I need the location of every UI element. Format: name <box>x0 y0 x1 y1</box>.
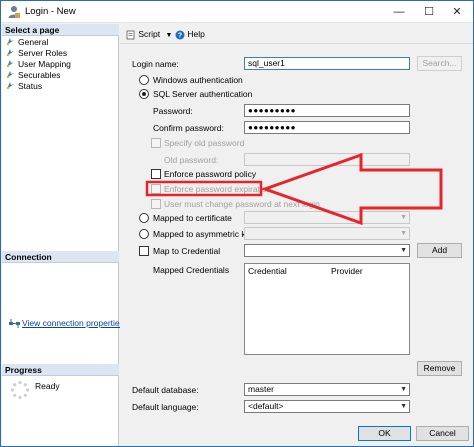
page-item-server-roles[interactable]: Server Roles <box>6 48 67 59</box>
enforce-password-policy-checkbox[interactable] <box>151 169 161 179</box>
page-item-securables[interactable]: Securables <box>6 70 61 81</box>
login-new-window: Login - New — ☐ ✕ Select a page General … <box>0 0 474 447</box>
page-item-label: Server Roles <box>18 48 68 58</box>
password-input[interactable]: ●●●●●●●●● <box>244 104 410 117</box>
page-icon <box>6 82 14 90</box>
script-button[interactable]: Script ▼ <box>126 28 172 40</box>
page-item-label: Securables <box>18 70 61 80</box>
left-pane: Select a page General Server Roles User … <box>2 24 124 446</box>
specify-old-password-checkbox[interactable] <box>151 138 161 148</box>
help-button[interactable]: ? Help <box>175 28 205 40</box>
select-page-header: Select a page <box>2 24 119 36</box>
sql-auth-label: SQL Server authentication <box>153 89 253 99</box>
certificate-select[interactable]: ▼ <box>244 211 410 224</box>
must-change-password-checkbox[interactable] <box>151 199 161 209</box>
page-item-general[interactable]: General <box>6 37 48 48</box>
old-password-label: Old password: <box>164 155 219 165</box>
help-label: Help <box>187 29 205 39</box>
connection-properties-icon <box>9 319 20 329</box>
must-change-password-label: User must change password at next login <box>164 199 320 209</box>
map-to-credential-label: Map to Credential <box>153 246 221 256</box>
mapped-to-asymmetric-key-radio[interactable] <box>139 229 149 239</box>
chevron-down-icon: ▼ <box>400 386 407 393</box>
chevron-down-icon: ▼ <box>400 214 407 221</box>
sql-auth-radio[interactable] <box>139 89 149 99</box>
connection-header: Connection <box>2 251 119 263</box>
windows-auth-radio[interactable] <box>139 75 149 85</box>
specify-old-password-label: Specify old password <box>164 138 245 148</box>
confirm-password-input[interactable]: ●●●●●●●●● <box>244 121 410 134</box>
page-item-label: Status <box>18 81 43 91</box>
help-icon: ? <box>175 30 185 39</box>
login-app-icon <box>8 6 20 18</box>
view-connection-properties-label: View connection properties <box>22 318 124 328</box>
page-icon <box>6 60 14 68</box>
page-item-label: General <box>18 37 49 47</box>
chevron-down-icon[interactable]: ▼ <box>165 32 172 39</box>
right-pane: Script ▼ ? Help Login name: sql_user1 Se… <box>120 24 473 446</box>
login-name-input[interactable]: sql_user1 <box>244 57 410 70</box>
confirm-password-value: ●●●●●●●●● <box>248 123 296 132</box>
default-database-label: Default database: <box>132 385 199 395</box>
add-credential-button[interactable]: Add <box>417 243 462 258</box>
cancel-button[interactable]: Cancel <box>416 426 469 441</box>
credential-select[interactable]: ▼ <box>244 244 410 257</box>
progress-status: Ready <box>35 381 60 391</box>
minimize-button[interactable]: — <box>384 1 414 23</box>
mapped-credentials-list[interactable]: Credential Provider <box>244 263 410 355</box>
chevron-down-icon: ▼ <box>400 403 407 410</box>
map-to-credential-checkbox[interactable] <box>139 246 149 256</box>
mapped-to-certificate-radio[interactable] <box>139 213 149 223</box>
asymmetric-key-select[interactable]: ▼ <box>244 227 410 240</box>
enforce-password-expiration-label: Enforce password expiration <box>164 184 272 194</box>
default-language-value: <default> <box>248 401 284 411</box>
enforce-password-expiration-checkbox[interactable] <box>151 184 161 194</box>
windows-auth-label: Windows authentication <box>153 75 243 85</box>
page-icon <box>6 71 14 79</box>
script-label: Script <box>138 29 161 39</box>
password-value: ●●●●●●●●● <box>248 106 296 115</box>
provider-column-header[interactable]: Provider <box>331 266 363 276</box>
mapped-to-certificate-label: Mapped to certificate <box>153 213 232 223</box>
toolbar: Script ▼ ? Help <box>120 24 473 44</box>
ok-button[interactable]: OK <box>358 426 411 441</box>
chevron-down-icon: ▼ <box>400 247 407 254</box>
default-database-select[interactable]: master ▼ <box>244 383 410 396</box>
default-language-label: Default language: <box>132 402 199 412</box>
page-icon <box>6 38 14 46</box>
page-icon <box>6 49 14 57</box>
svg-text:?: ? <box>178 32 182 39</box>
close-button[interactable]: ✕ <box>442 1 472 23</box>
view-connection-properties-link[interactable]: View connection properties <box>9 318 124 329</box>
page-item-user-mapping[interactable]: User Mapping <box>6 59 71 70</box>
progress-spinner-icon <box>10 380 30 400</box>
old-password-input[interactable] <box>244 153 410 166</box>
page-item-label: User Mapping <box>18 59 71 69</box>
password-label: Password: <box>153 106 193 116</box>
script-icon <box>126 30 135 40</box>
credential-column-header[interactable]: Credential <box>248 266 287 276</box>
chevron-down-icon: ▼ <box>400 230 407 237</box>
remove-credential-button[interactable]: Remove <box>417 361 462 376</box>
mapped-credentials-label: Mapped Credentials <box>153 265 230 275</box>
default-language-select[interactable]: <default> ▼ <box>244 400 410 413</box>
default-database-value: master <box>248 384 274 394</box>
login-name-label: Login name: <box>132 59 179 69</box>
confirm-password-label: Confirm password: <box>153 123 224 133</box>
title-bar: Login - New — ☐ ✕ <box>1 1 473 23</box>
window-title: Login - New <box>25 6 76 17</box>
enforce-password-policy-label: Enforce password policy <box>164 169 257 179</box>
mapped-to-asymmetric-key-label: Mapped to asymmetric key <box>153 229 255 239</box>
progress-header: Progress <box>2 364 119 376</box>
search-button[interactable]: Search... <box>417 56 462 71</box>
page-item-status[interactable]: Status <box>6 81 42 92</box>
maximize-button[interactable]: ☐ <box>414 1 444 23</box>
